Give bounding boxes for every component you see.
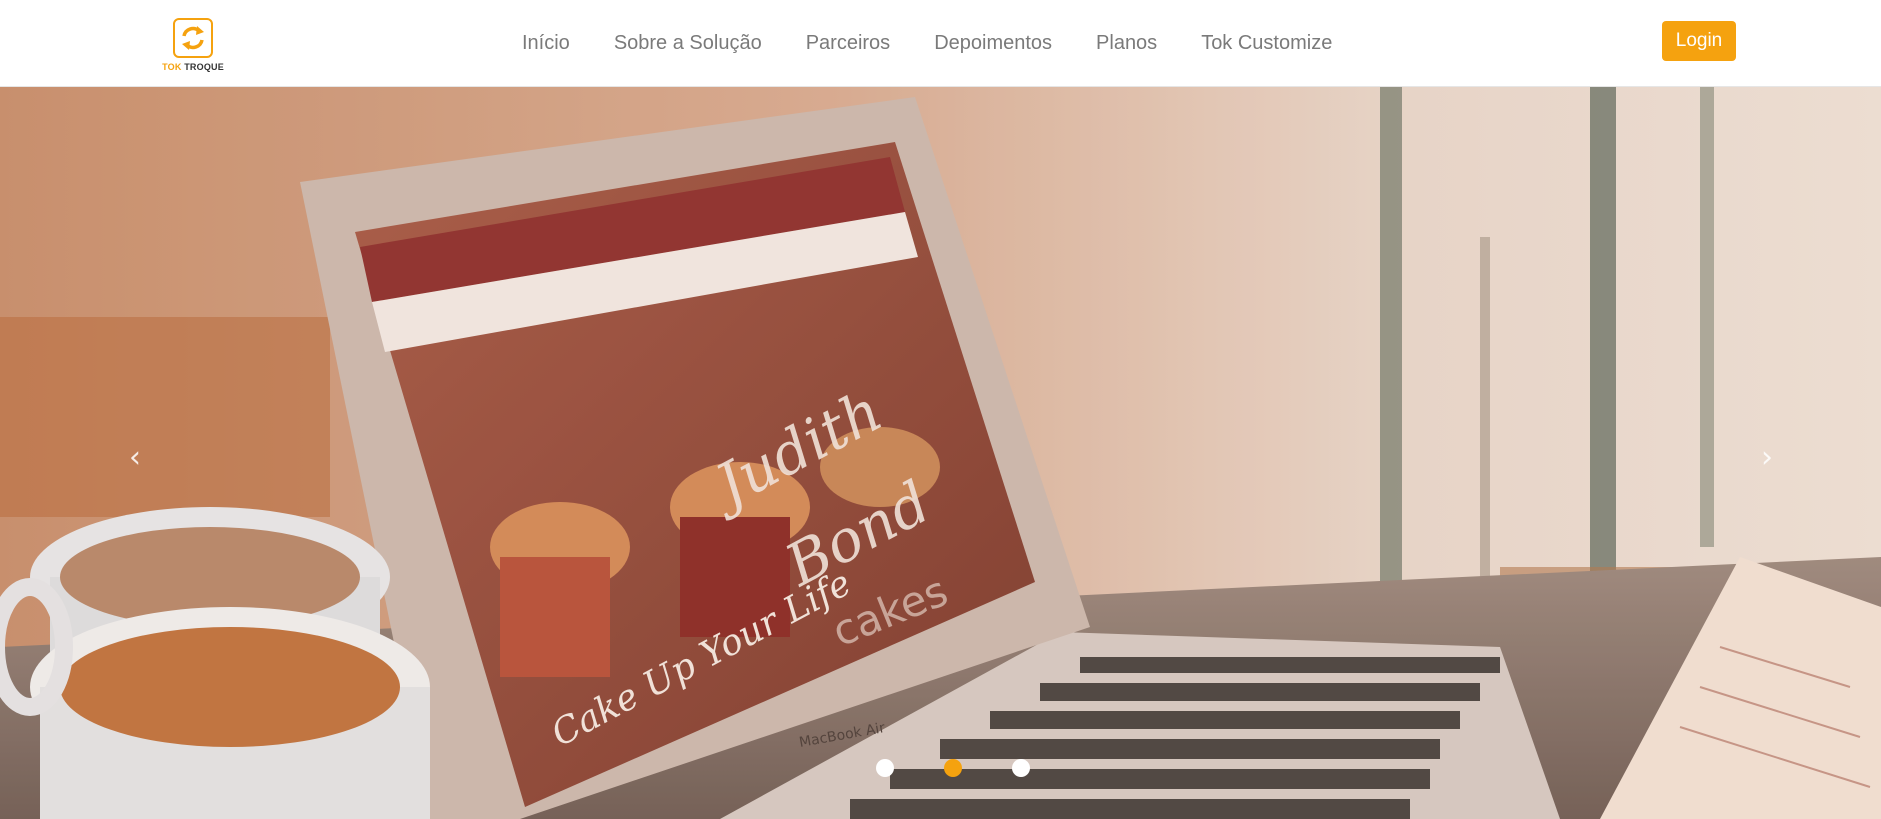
nav-link-sobre[interactable]: Sobre a Solução <box>592 0 784 86</box>
chevron-left-icon[interactable]: ‹ <box>115 437 155 477</box>
login-button[interactable]: Login <box>1662 21 1736 61</box>
hero-slide-image: Cake Up Your Life Judith Bond cakes MacB… <box>0 87 1881 819</box>
brand-name: TOK TROQUE <box>162 62 224 72</box>
hero-carousel: Cake Up Your Life Judith Bond cakes MacB… <box>0 87 1881 819</box>
main-nav: Início Sobre a Solução Parceiros Depoime… <box>500 0 1354 86</box>
refresh-arrows-icon <box>173 18 213 58</box>
carousel-indicators <box>876 759 1036 783</box>
carousel-indicator-1[interactable] <box>876 759 894 777</box>
nav-link-depoimentos[interactable]: Depoimentos <box>912 0 1074 86</box>
chevron-right-icon[interactable]: › <box>1747 437 1787 477</box>
nav-link-parceiros[interactable]: Parceiros <box>784 0 912 86</box>
carousel-indicator-3[interactable] <box>1012 759 1030 777</box>
nav-link-tok-customize[interactable]: Tok Customize <box>1179 0 1354 86</box>
top-navbar: TOK TROQUE Início Sobre a Solução Parcei… <box>0 0 1881 87</box>
nav-link-planos[interactable]: Planos <box>1074 0 1179 86</box>
nav-link-inicio[interactable]: Início <box>500 0 592 86</box>
carousel-indicator-2[interactable] <box>944 759 962 777</box>
brand-logo[interactable]: TOK TROQUE <box>158 18 228 74</box>
